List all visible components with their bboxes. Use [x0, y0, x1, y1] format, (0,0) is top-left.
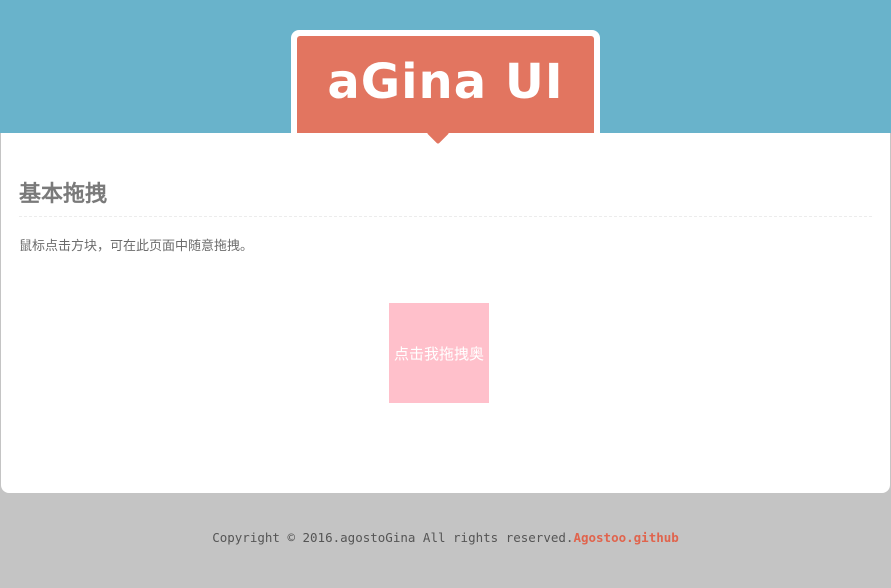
copyright-text: Copyright © 2016.agostoGina All rights r… — [212, 530, 574, 545]
logo-text: aGina UI — [327, 53, 564, 110]
divider — [19, 216, 872, 217]
draggable-box[interactable]: 点击我拖拽奥 — [389, 303, 489, 403]
description-text: 鼠标点击方块，可在此页面中随意拖拽。 — [19, 239, 254, 254]
main-card: 基本拖拽 鼠标点击方块，可在此页面中随意拖拽。 点击我拖拽奥 — [1, 133, 890, 493]
logo: aGina UI — [291, 30, 600, 133]
footer-link[interactable]: Agostoo.github — [573, 530, 678, 545]
logo-inner: aGina UI — [297, 36, 594, 133]
draggable-box-label: 点击我拖拽奥 — [393, 344, 484, 363]
footer: Copyright © 2016.agostoGina All rights r… — [0, 530, 891, 545]
section-title: 基本拖拽 — [19, 181, 108, 207]
